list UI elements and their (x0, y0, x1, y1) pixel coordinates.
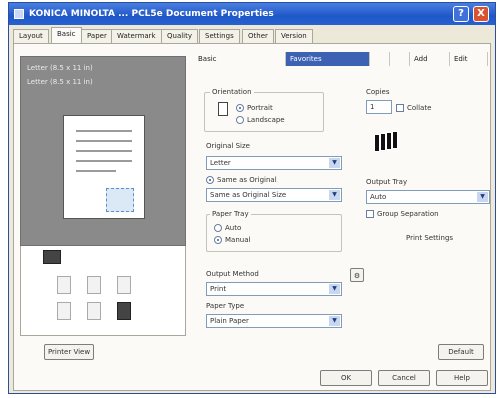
tray-manual-radio[interactable] (214, 236, 222, 244)
device-icon-panel (20, 246, 186, 336)
output-method-title: Output Method (206, 270, 259, 278)
page-preview: Letter (8.5 x 11 in) Letter (8.5 x 11 in… (20, 56, 186, 246)
printer-device-icon (43, 250, 61, 264)
ok-button[interactable]: OK (320, 370, 372, 386)
paper-type-dropdown[interactable]: Plain Paper ▼ (206, 314, 342, 328)
portrait-label: Portrait (247, 104, 273, 112)
preview-paper (63, 115, 145, 219)
copies-stack-icon (370, 130, 410, 154)
window-title: KONICA MINOLTA ... PCL5e Document Proper… (29, 9, 274, 19)
tab-basic[interactable]: Basic (51, 27, 82, 44)
portrait-radio[interactable] (236, 104, 244, 112)
output-tray-title: Output Tray (366, 178, 408, 186)
original-size-title: Original Size (206, 142, 250, 150)
cancel-button[interactable]: Cancel (378, 370, 430, 386)
tab-layout[interactable]: Layout (13, 29, 49, 43)
orientation-title: Orientation (210, 88, 254, 97)
tab-quality[interactable]: Quality (161, 29, 199, 43)
preview-line-2: Letter (8.5 x 11 in) (27, 78, 93, 86)
option-icon-1 (57, 276, 71, 294)
close-button[interactable]: X (473, 6, 489, 22)
favorites-toolbar: Basic Favorites Add Edit (194, 52, 488, 66)
landscape-radio[interactable] (236, 116, 244, 124)
collate-checkbox[interactable] (396, 104, 404, 112)
output-tray-value: Auto (370, 193, 387, 201)
chevron-down-icon: ▼ (477, 192, 488, 202)
chevron-down-icon: ▼ (329, 316, 340, 326)
tab-settings[interactable]: Settings (199, 29, 240, 43)
option-icon-4 (57, 302, 71, 320)
option-icon-5 (87, 302, 101, 320)
option-icon-6 (117, 302, 131, 320)
paper-type-title: Paper Type (206, 302, 245, 310)
output-method-dropdown[interactable]: Print ▼ (206, 282, 342, 296)
help-button[interactable]: ? (453, 6, 469, 22)
original-size-dropdown[interactable]: Letter ▼ (206, 156, 342, 170)
chevron-down-icon: ▼ (329, 158, 340, 168)
toolbar-segment-4[interactable] (390, 52, 410, 66)
tray-auto-label: Auto (225, 224, 242, 232)
toolbar-segment-favorites[interactable]: Favorites (286, 52, 370, 66)
paper-tray-group (206, 214, 342, 252)
copies-input[interactable]: 1 (366, 100, 392, 114)
print-settings-link[interactable]: Print Settings (406, 234, 453, 243)
toolbar-add-button[interactable]: Add (410, 52, 450, 66)
preview-line-1: Letter (8.5 x 11 in) (27, 64, 93, 72)
collate-label: Collate (407, 104, 432, 112)
tab-paper[interactable]: Paper (81, 29, 113, 43)
tab-version[interactable]: Version (275, 29, 313, 43)
same-as-original-label: Same as Original (217, 176, 277, 184)
paper-type-value: Plain Paper (210, 317, 249, 325)
output-settings-icon[interactable]: ⚙ (350, 268, 364, 282)
toolbar-edit-button[interactable]: Edit (450, 52, 488, 66)
default-button[interactable]: Default (438, 344, 484, 360)
chevron-down-icon: ▼ (329, 190, 340, 200)
tab-other[interactable]: Other (242, 29, 274, 43)
paper-size-value: Same as Original Size (210, 191, 287, 199)
toolbar-segment-3[interactable] (370, 52, 390, 66)
toolbar-segment-basic[interactable]: Basic (194, 52, 286, 66)
tab-content: Letter (8.5 x 11 in) Letter (8.5 x 11 in… (13, 43, 491, 391)
landscape-label: Landscape (247, 116, 285, 124)
option-icon-3 (117, 276, 131, 294)
option-icon-2 (87, 276, 101, 294)
copies-title: Copies (366, 88, 390, 96)
group-separation-label: Group Separation (377, 210, 439, 218)
help-footer-button[interactable]: Help (436, 370, 488, 386)
document-properties-window: KONICA MINOLTA ... PCL5e Document Proper… (8, 2, 496, 394)
tray-auto-radio[interactable] (214, 224, 222, 232)
paper-size-dropdown[interactable]: Same as Original Size ▼ (206, 188, 342, 202)
tray-manual-label: Manual (225, 236, 251, 244)
same-as-original-radio[interactable] (206, 176, 214, 184)
finishing-preview-icon (106, 188, 134, 212)
output-tray-dropdown[interactable]: Auto ▼ (366, 190, 490, 204)
paper-tray-title: Paper Tray (210, 210, 251, 219)
portrait-icon (218, 102, 228, 116)
tab-watermark[interactable]: Watermark (111, 29, 162, 43)
printer-view-button[interactable]: Printer View (44, 344, 94, 360)
group-separation-checkbox[interactable] (366, 210, 374, 218)
printer-app-icon (14, 9, 24, 19)
original-size-value: Letter (210, 159, 231, 167)
title-bar: KONICA MINOLTA ... PCL5e Document Proper… (9, 3, 495, 25)
output-method-value: Print (210, 285, 227, 293)
chevron-down-icon: ▼ (329, 284, 340, 294)
